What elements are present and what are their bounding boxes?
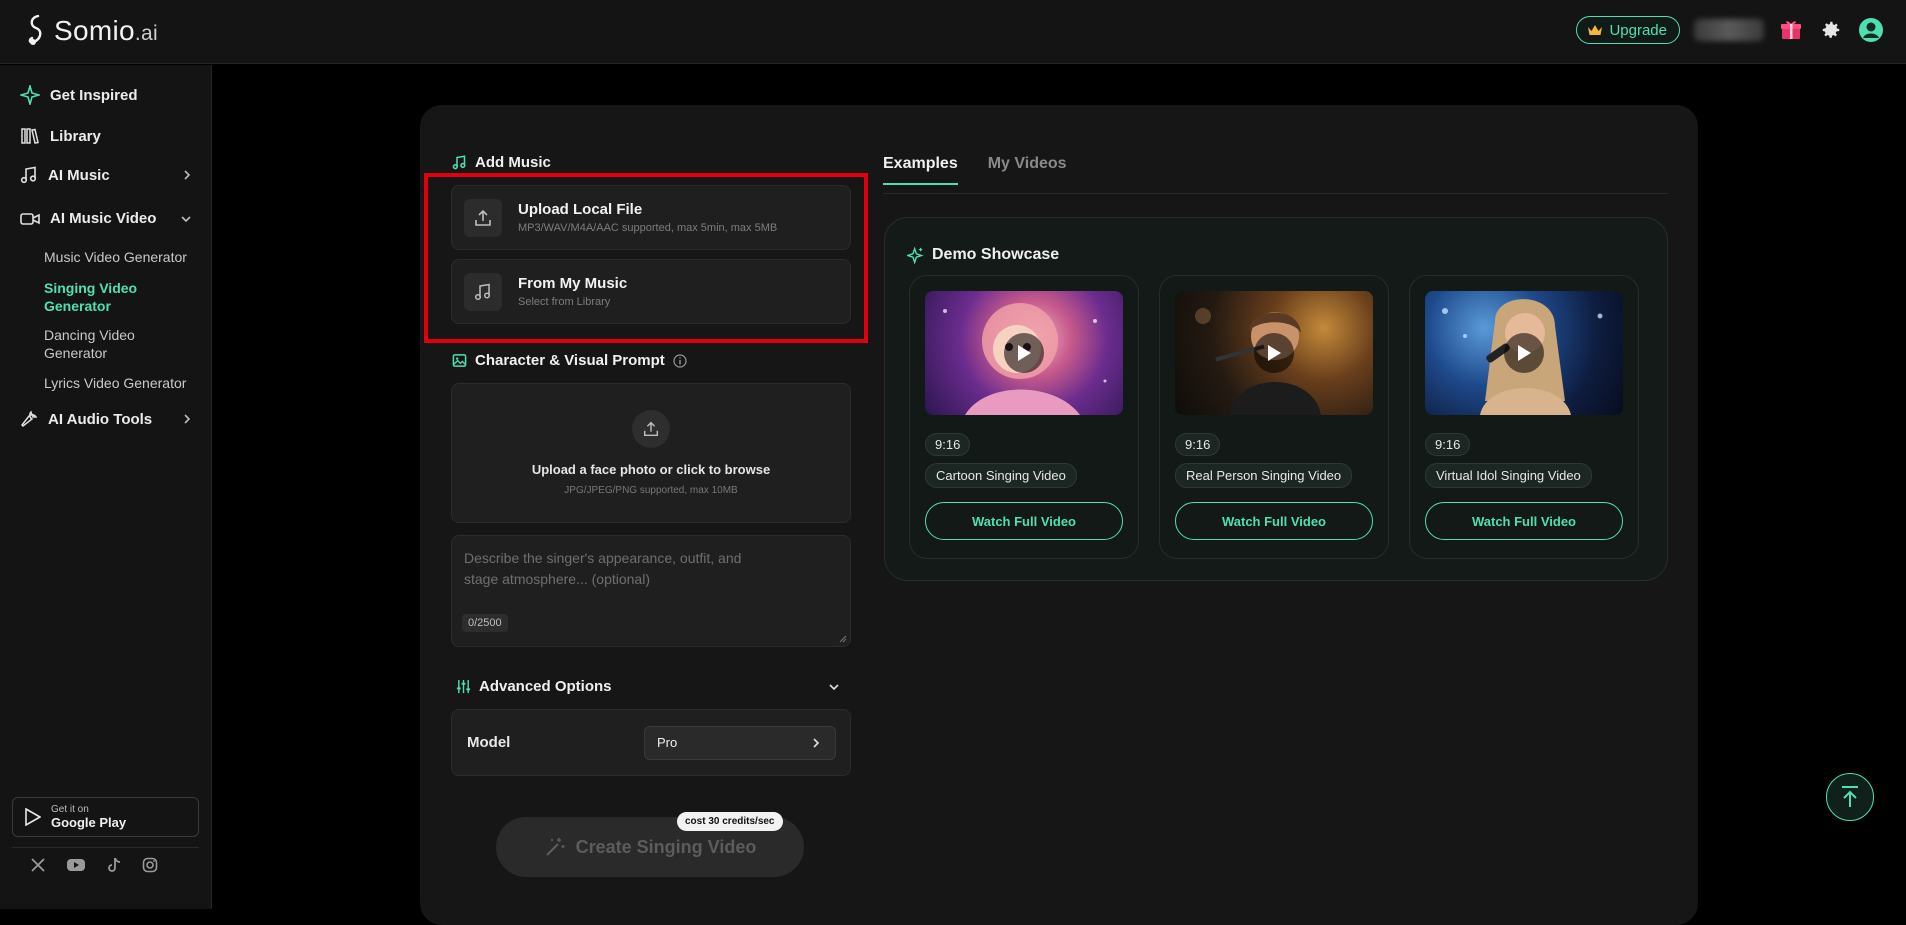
aspect-ratio-badge: 9:16 [1175,433,1221,456]
sidebar-subitem-lyrics-video-generator[interactable]: Lyrics Video Generator [44,374,194,392]
gift-icon[interactable] [1778,17,1804,43]
sidebar-subitem-singing-video-generator[interactable]: Singing Video Generator [44,279,154,315]
upgrade-label: Upgrade [1609,21,1667,39]
add-music-title-text: Add Music [475,154,551,171]
sidebar-item-ai-music-video[interactable]: AI Music Video [20,210,192,227]
sidebar-item-get-inspired[interactable]: Get Inspired [20,85,192,105]
video-camera-icon [20,212,40,225]
model-row: Model Pro [451,709,851,776]
google-play-big-text: Google Play [51,815,127,830]
sidebar-item-label: AI Music [48,166,110,184]
play-icon[interactable] [1254,333,1294,373]
sidebar-item-library[interactable]: Library [20,126,192,146]
x-twitter-icon[interactable] [30,857,46,873]
logo[interactable]: Somio.ai [24,14,158,48]
play-icon[interactable] [1004,333,1044,373]
video-thumbnail[interactable] [1425,291,1623,415]
sparkle-icon [907,246,924,264]
video-card-real-person: 9:16 Real Person Singing Video Watch Ful… [1159,275,1389,559]
top-bar: Somio.ai Upgrade [0,0,1906,64]
logo-icon [28,14,42,45]
demo-showcase-title: Demo Showcase [907,246,1059,264]
add-music-title: Add Music [452,154,551,171]
info-icon[interactable] [673,353,687,368]
play-icon[interactable] [1504,333,1544,373]
watch-full-video-button[interactable]: Watch Full Video [1175,502,1373,540]
credits-balance [1694,19,1764,41]
video-label: Virtual Idol Singing Video [1425,463,1592,488]
cost-badge: cost 30 credits/sec [677,812,783,831]
model-label: Model [467,734,511,751]
tiktok-icon[interactable] [106,857,122,873]
character-prompt-title-text: Character & Visual Prompt [475,352,665,369]
tab-my-videos[interactable]: My Videos [988,155,1067,185]
face-photo-dropzone[interactable]: Upload a face photo or click to browse J… [451,383,851,523]
highlight-box [424,173,868,343]
advanced-options-toggle[interactable]: Advanced Options [456,678,846,695]
upgrade-button[interactable]: Upgrade [1576,16,1680,44]
music-note-icon [20,166,37,184]
magic-wand-icon [545,838,565,856]
face-photo-subtitle: JPG/JPEG/PNG supported, max 10MB [564,485,738,496]
face-photo-title: Upload a face photo or click to browse [531,462,771,477]
sidebar-subitem-music-video-generator[interactable]: Music Video Generator [44,248,194,266]
resize-handle-icon[interactable] [839,635,847,643]
sidebar-item-label: AI Audio Tools [48,410,153,428]
sidebar-subitem-dancing-video-generator[interactable]: Dancing Video Generator [44,326,154,362]
sliders-icon [456,679,471,694]
sidebar-item-ai-music[interactable]: AI Music [20,166,192,184]
google-play-button[interactable]: Get it on Google Play [12,797,199,837]
character-prompt-title: Character & Visual Prompt [452,352,687,369]
sidebar-item-label: Library [50,127,101,145]
character-counter: 0/2500 [462,614,508,632]
chevron-right-icon [813,737,820,748]
youtube-icon[interactable] [66,857,86,873]
create-button-label: Create Singing Video [575,836,757,857]
model-value: Pro [657,735,678,750]
sidebar: Get Inspired Library AI Music AI Music V… [0,65,212,909]
video-thumbnail[interactable] [925,291,1123,415]
gear-icon[interactable] [1818,17,1844,43]
sidebar-item-label: AI Music Video [50,210,157,227]
sidebar-item-ai-audio-tools[interactable]: AI Audio Tools [20,410,192,428]
instagram-icon[interactable] [142,857,158,873]
chevron-down-icon [181,215,191,222]
tab-divider [883,193,1668,194]
sparkle-icon [20,85,40,105]
wrench-icon [21,410,38,427]
upload-icon [632,410,670,448]
demo-showcase-title-text: Demo Showcase [932,246,1060,263]
advanced-options-title: Advanced Options [479,678,612,695]
crown-icon [1588,25,1603,35]
watch-full-video-button[interactable]: Watch Full Video [1425,502,1623,540]
chevron-down-icon [829,683,839,690]
sidebar-item-label: Get Inspired [50,86,138,104]
demo-showcase: Demo Showcase 9:16 Cartoon Singing Video… [884,217,1668,581]
scroll-to-top-button[interactable] [1826,773,1874,821]
watch-full-video-button[interactable]: Watch Full Video [925,502,1123,540]
chevron-right-icon [184,414,191,424]
google-play-icon [25,808,41,826]
video-card-cartoon: 9:16 Cartoon Singing Video Watch Full Vi… [909,275,1139,559]
google-play-small-text: Get it on [51,804,89,815]
video-card-virtual-idol: 9:16 Virtual Idol Singing Video Watch Fu… [1409,275,1639,559]
arrow-up-icon [1842,786,1858,807]
music-note-icon [452,155,466,170]
video-label: Cartoon Singing Video [925,463,1077,488]
image-icon [452,354,467,367]
video-label: Real Person Singing Video [1175,463,1353,488]
chevron-right-icon [184,170,191,180]
aspect-ratio-badge: 9:16 [1425,433,1471,456]
logo-text: Somio.ai [54,15,158,46]
sidebar-divider [12,847,199,848]
video-thumbnail[interactable] [1175,291,1373,415]
library-icon [21,128,39,144]
tab-examples[interactable]: Examples [883,155,958,185]
avatar[interactable] [1858,17,1884,43]
model-select[interactable]: Pro [644,725,836,760]
prompt-textarea[interactable]: Describe the singer's appearance, outfit… [451,535,851,647]
aspect-ratio-badge: 9:16 [925,433,971,456]
prompt-placeholder: Describe the singer's appearance, outfit… [464,550,742,587]
